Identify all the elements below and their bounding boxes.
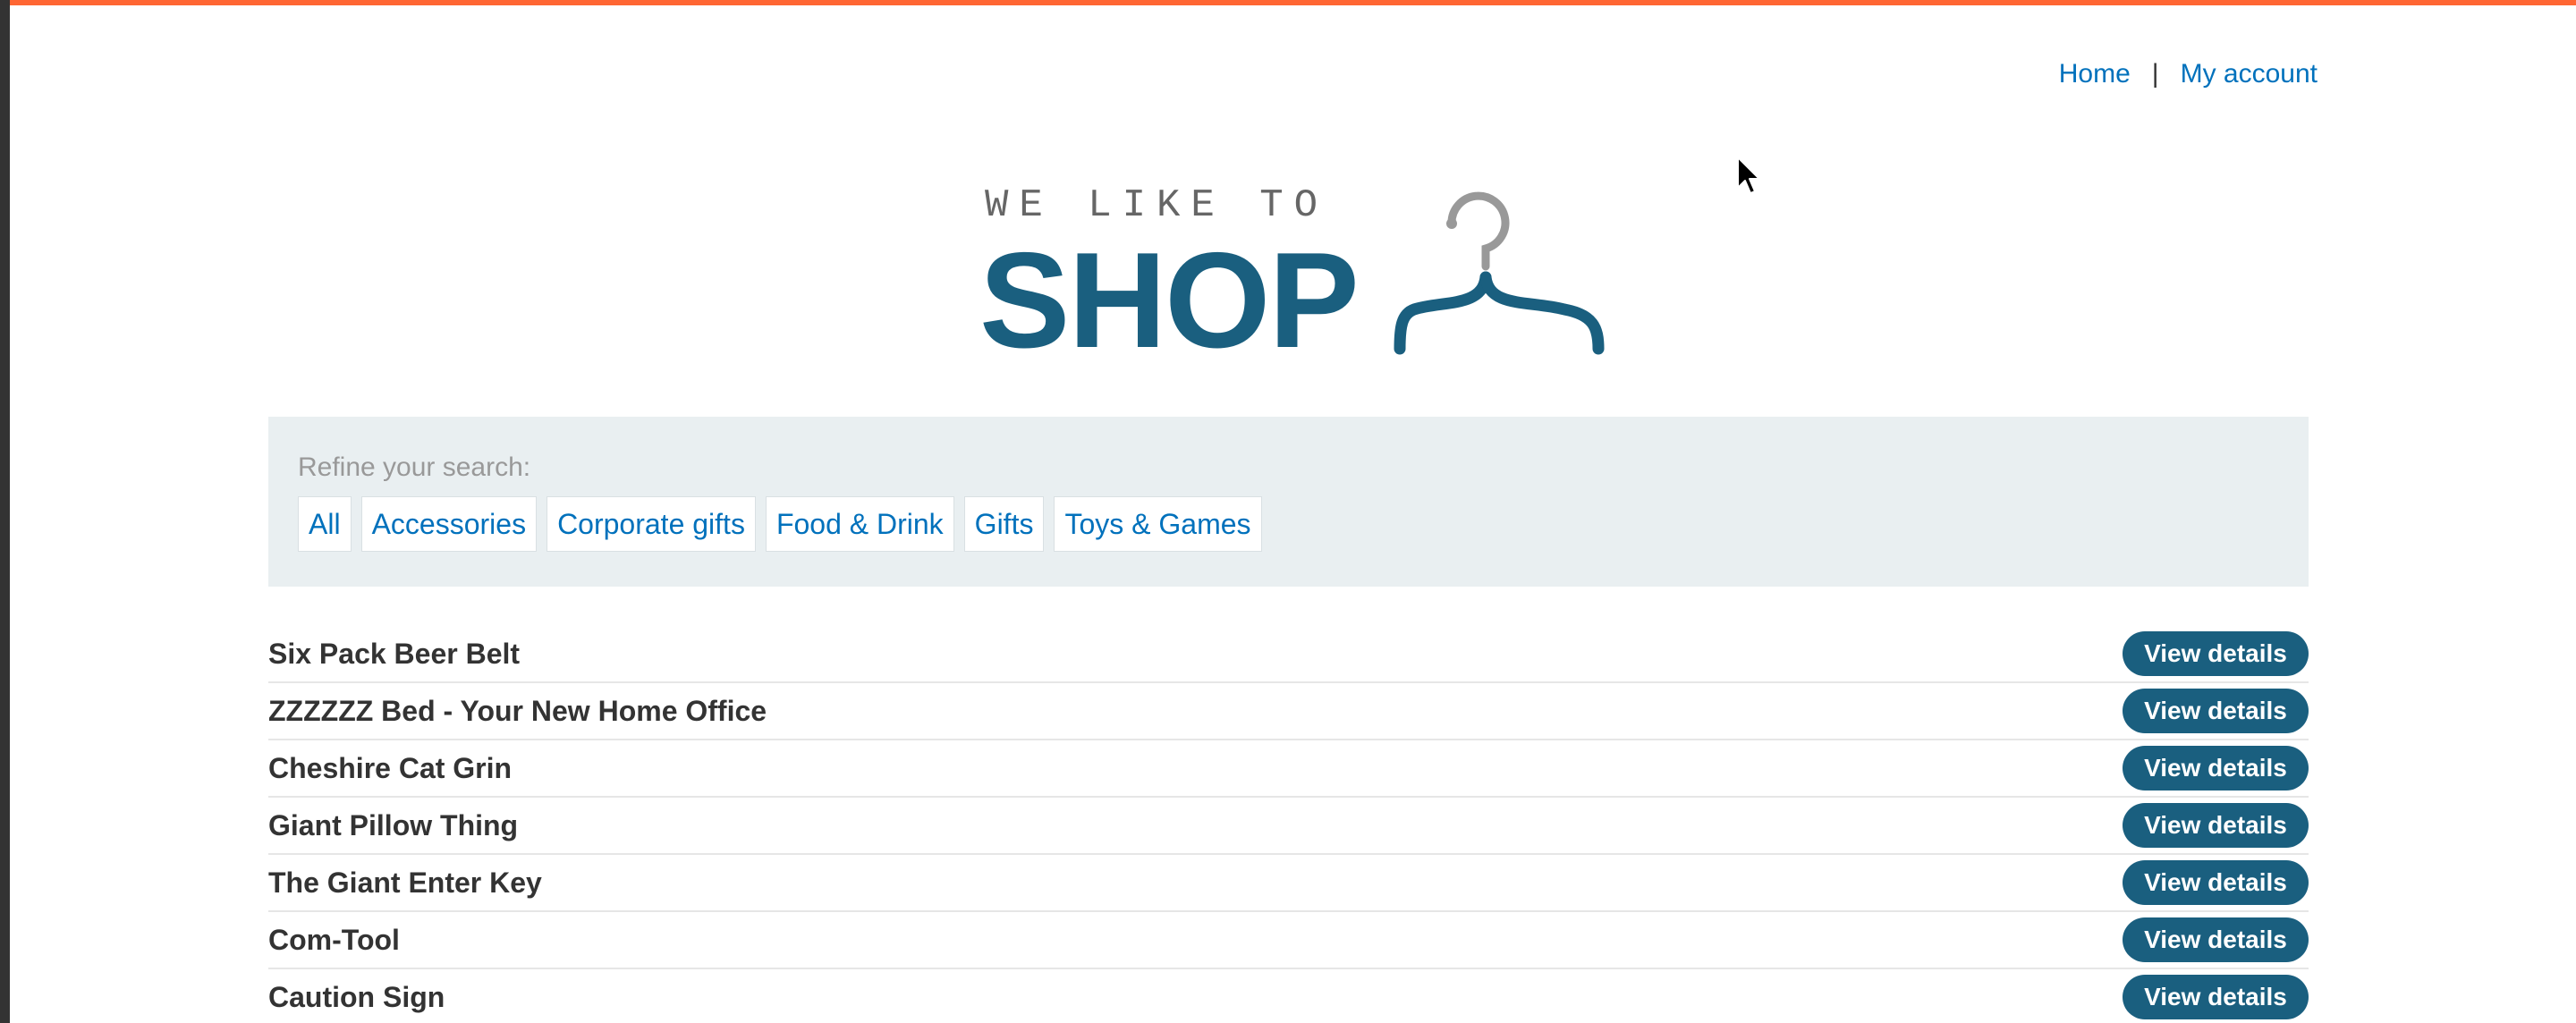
category-filter-list: All Accessories Corporate gifts Food & D… [298,496,1262,552]
product-name: Cheshire Cat Grin [268,751,513,784]
product-name: ZZZZZZ Bed - Your New Home Office [268,694,767,727]
category-filter-food-drink[interactable]: Food & Drink [765,496,954,552]
product-row: The Giant Enter Key View details [268,855,2309,912]
logo-wordmark: SHOP [979,224,1360,376]
category-filter-accessories[interactable]: Accessories [360,496,538,552]
my-account-link[interactable]: My account [2181,59,2318,89]
logo-tagline: WE LIKE TO [985,183,1329,228]
view-details-button[interactable]: View details [2123,746,2309,790]
view-details-button[interactable]: View details [2123,975,2309,1019]
product-row: Six Pack Beer Belt View details [268,626,2309,683]
product-row: Caution Sign View details [268,969,2309,1023]
category-filter-toys-games[interactable]: Toys & Games [1054,496,1262,552]
product-list: Six Pack Beer Belt View details ZZZZZZ B… [268,626,2309,1023]
top-accent-bar [10,0,2576,5]
product-name: The Giant Enter Key [268,866,542,899]
nav-separator: | [2151,59,2159,89]
clothes-hanger-icon [1394,191,1605,355]
category-filter-all[interactable]: All [298,496,352,552]
product-name: Giant Pillow Thing [268,808,519,841]
refine-search-panel: Refine your search: All Accessories Corp… [268,417,2309,587]
view-details-button[interactable]: View details [2123,631,2309,676]
product-name: Com-Tool [268,923,400,956]
product-name: Caution Sign [268,980,445,1013]
product-row: Cheshire Cat Grin View details [268,740,2309,798]
product-row: Com-Tool View details [268,912,2309,969]
view-details-button[interactable]: View details [2123,917,2309,962]
category-filter-corporate-gifts[interactable]: Corporate gifts [547,496,756,552]
top-nav: Home | My account [2059,59,2318,89]
category-filter-gifts[interactable]: Gifts [963,496,1045,552]
site-logo[interactable]: WE LIKE TO SHOP [967,179,1620,368]
product-row: Giant Pillow Thing View details [268,798,2309,855]
refine-search-label: Refine your search: [298,452,531,482]
view-details-button[interactable]: View details [2123,860,2309,905]
view-details-button[interactable]: View details [2123,803,2309,848]
mouse-pointer-icon [1737,156,1760,194]
product-row: ZZZZZZ Bed - Your New Home Office View d… [268,683,2309,740]
page: Home | My account WE LIKE TO SHOP Refine… [10,0,2576,1023]
home-link[interactable]: Home [2059,59,2131,89]
product-name: Six Pack Beer Belt [268,637,521,670]
view-details-button[interactable]: View details [2123,689,2309,733]
